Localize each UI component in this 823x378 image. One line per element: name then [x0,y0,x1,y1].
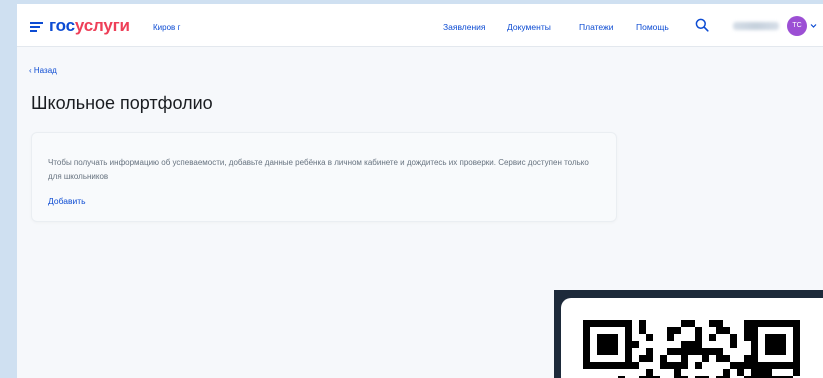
menu-icon[interactable] [30,22,43,32]
info-card-text: Чтобы получать информацию об успеваемост… [48,158,589,181]
gosuslugi-logo[interactable]: госуслуги [49,16,130,36]
site-header: госуслуги Киров г Заявления Документы Пл… [17,4,823,47]
nav-payments[interactable]: Платежи [579,22,613,32]
qr-code-panel [554,290,823,378]
logo-part-1: гос [49,16,75,35]
logo-part-2: услуги [74,16,130,35]
city-selector[interactable]: Киров г [153,23,180,32]
nav-applications[interactable]: Заявления [443,22,486,32]
info-card: Чтобы получать информацию об успеваемост… [31,132,617,222]
nav-help[interactable]: Помощь [636,22,669,32]
page-title: Школьное портфолио [31,93,213,113]
qr-code-card [561,298,823,378]
user-name-blurred [733,22,779,30]
search-icon[interactable] [695,18,709,32]
back-link[interactable]: ‹ Назад [29,66,57,75]
avatar[interactable]: ТС [787,16,807,36]
qr-code-image [583,320,800,378]
add-child-link[interactable]: Добавить [48,196,86,206]
nav-documents[interactable]: Документы [507,22,551,32]
chevron-down-icon[interactable] [810,23,817,29]
